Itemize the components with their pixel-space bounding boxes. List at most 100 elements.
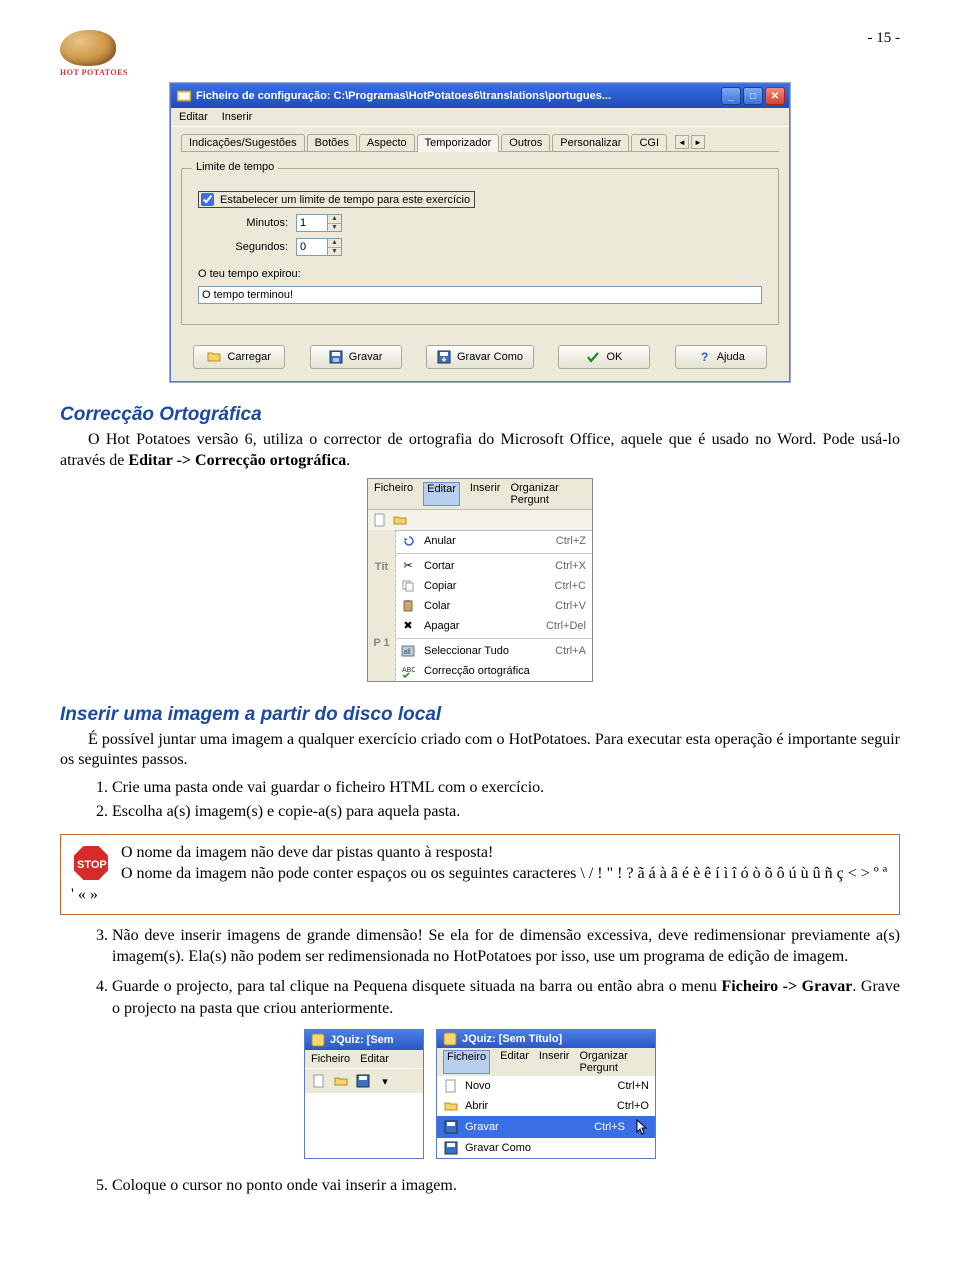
floppy-disk-icon bbox=[329, 350, 343, 364]
menu-editar[interactable]: Editar bbox=[423, 482, 460, 506]
floppy-disk-icon bbox=[443, 1119, 459, 1135]
menu-item-select-all[interactable]: all Seleccionar Tudo Ctrl+A bbox=[396, 641, 592, 661]
page-number: - 15 - bbox=[868, 30, 901, 47]
menu-editar[interactable]: Editar bbox=[179, 111, 208, 123]
potato-icon bbox=[60, 30, 116, 66]
p1-tag: P 1 bbox=[373, 637, 389, 649]
menu-inserir[interactable]: Inserir bbox=[470, 482, 501, 506]
svg-text:all: all bbox=[404, 649, 411, 656]
expired-text-input[interactable] bbox=[198, 286, 762, 304]
tab-aspecto[interactable]: Aspecto bbox=[359, 134, 415, 151]
spinner-down-icon[interactable]: ▼ bbox=[328, 224, 341, 232]
stop-line2: O nome da imagem não pode conter espaços… bbox=[71, 864, 889, 906]
file-menu-abrir[interactable]: Abrir Ctrl+O bbox=[437, 1096, 655, 1116]
window-app-icon bbox=[177, 89, 191, 103]
tab-outros[interactable]: Outros bbox=[501, 134, 550, 151]
jquiz2-title: JQuiz: [Sem Título] bbox=[462, 1033, 562, 1045]
step-5: Coloque o cursor no ponto onde vai inser… bbox=[112, 1175, 900, 1197]
step-1: Crie uma pasta onde vai guardar o fichei… bbox=[112, 777, 900, 799]
spinner-down-icon[interactable]: ▼ bbox=[328, 248, 341, 256]
save-button-label: Gravar bbox=[349, 351, 383, 363]
menu-ficheiro[interactable]: Ficheiro bbox=[311, 1053, 350, 1065]
seconds-input[interactable] bbox=[296, 238, 328, 256]
svg-text:?: ? bbox=[701, 350, 708, 364]
window-minimize-button[interactable]: _ bbox=[721, 87, 741, 105]
open-folder-icon[interactable] bbox=[392, 512, 408, 528]
copy-icon bbox=[400, 578, 416, 594]
menu-inserir[interactable]: Inserir bbox=[222, 111, 253, 123]
menu-item-apagar[interactable]: ✖ Apagar Ctrl+Del bbox=[396, 616, 592, 636]
tab-temporizador[interactable]: Temporizador bbox=[417, 134, 500, 152]
establish-time-limit-option[interactable]: Estabelecer um limite de tempo para este… bbox=[198, 191, 475, 208]
button-row: Carregar Gravar Gravar Como OK ? Ajuda bbox=[181, 345, 779, 369]
new-icon bbox=[443, 1078, 459, 1094]
new-icon[interactable] bbox=[372, 512, 388, 528]
menu-ficheiro[interactable]: Ficheiro bbox=[443, 1050, 490, 1074]
help-button-label: Ajuda bbox=[717, 351, 745, 363]
group-legend: Limite de tempo bbox=[192, 161, 278, 173]
tabs-scroll-right-button[interactable]: ► bbox=[691, 135, 705, 149]
minutes-spinner[interactable]: ▲ ▼ bbox=[328, 214, 342, 232]
menu-ficheiro[interactable]: Ficheiro bbox=[374, 482, 413, 506]
open-folder-icon[interactable] bbox=[333, 1073, 349, 1089]
title-tag: Tít bbox=[375, 561, 388, 573]
file-menu-gravar[interactable]: Gravar Ctrl+S bbox=[437, 1116, 655, 1138]
file-menu-novo[interactable]: Novo Ctrl+N bbox=[437, 1076, 655, 1096]
undo-icon bbox=[400, 533, 416, 549]
establish-time-limit-checkbox[interactable] bbox=[201, 193, 214, 206]
ok-button[interactable]: OK bbox=[558, 345, 650, 369]
tabs-scroll-left-button[interactable]: ◄ bbox=[675, 135, 689, 149]
menu-editar[interactable]: Editar bbox=[500, 1050, 529, 1074]
save-as-button[interactable]: Gravar Como bbox=[426, 345, 534, 369]
stop-sign-icon: STOP bbox=[71, 843, 111, 883]
menu-editar[interactable]: Editar bbox=[360, 1053, 389, 1065]
editar-menu-screenshot: Ficheiro Editar Inserir Organizar Pergun… bbox=[367, 478, 593, 682]
floppy-disk-icon[interactable] bbox=[355, 1073, 371, 1089]
tab-personalizar[interactable]: Personalizar bbox=[552, 134, 629, 151]
scissors-icon: ✂ bbox=[400, 558, 416, 574]
seconds-label: Segundos: bbox=[198, 241, 288, 253]
menu-item-cortar[interactable]: ✂ Cortar Ctrl+X bbox=[396, 556, 592, 576]
ok-button-label: OK bbox=[606, 351, 622, 363]
file-menu-gravar-como[interactable]: Gravar Como bbox=[437, 1138, 655, 1158]
floppy-disk-arrow-icon bbox=[443, 1140, 459, 1156]
menu-item-copiar[interactable]: Copiar Ctrl+C bbox=[396, 576, 592, 596]
menu-organizar[interactable]: Organizar Pergunt bbox=[579, 1050, 649, 1074]
menu-item-spellcheck[interactable]: ABC Correcção ortográfica bbox=[396, 661, 592, 681]
section1-paragraph: O Hot Potatoes versão 6, utiliza o corre… bbox=[60, 430, 900, 472]
section-insert-image-heading: Inserir uma imagem a partir do disco loc… bbox=[60, 704, 900, 726]
editar-toolbar bbox=[368, 509, 592, 530]
svg-text:STOP: STOP bbox=[77, 859, 107, 871]
establish-time-limit-label: Estabelecer um limite de tempo para este… bbox=[220, 194, 470, 206]
spinner-up-icon[interactable]: ▲ bbox=[328, 239, 341, 248]
save-button[interactable]: Gravar bbox=[310, 345, 402, 369]
tab-botoes[interactable]: Botões bbox=[307, 134, 357, 151]
editar-dropdown: Anular Ctrl+Z ✂ Cortar Ctrl+X Copiar Ctr… bbox=[396, 530, 592, 681]
steps-list: Crie uma pasta onde vai guardar o fichei… bbox=[112, 777, 900, 822]
window-maximize-button[interactable]: □ bbox=[743, 87, 763, 105]
menu-item-colar[interactable]: Colar Ctrl+V bbox=[396, 596, 592, 616]
help-button[interactable]: ? Ajuda bbox=[675, 345, 767, 369]
save-as-button-label: Gravar Como bbox=[457, 351, 523, 363]
new-icon[interactable] bbox=[311, 1073, 327, 1089]
tab-indicacoes[interactable]: Indicações/Sugestões bbox=[181, 134, 305, 151]
jquiz-app-icon bbox=[311, 1033, 325, 1047]
section-orthographic-correction-heading: Correcção Ortográfica bbox=[60, 404, 900, 426]
menu-organizar[interactable]: Organizar Pergunt bbox=[510, 482, 586, 506]
spinner-up-icon[interactable]: ▲ bbox=[328, 215, 341, 224]
tab-cgi[interactable]: CGI bbox=[631, 134, 667, 151]
minutes-input[interactable] bbox=[296, 214, 328, 232]
open-folder-icon bbox=[207, 350, 221, 364]
load-button[interactable]: Carregar bbox=[193, 345, 285, 369]
spellcheck-icon: ABC bbox=[400, 663, 416, 679]
seconds-spinner[interactable]: ▲ ▼ bbox=[328, 238, 342, 256]
floppy-disk-arrow-icon bbox=[437, 350, 451, 364]
step-4: Guarde o projecto, para tal clique na Pe… bbox=[112, 976, 900, 1019]
hot-potatoes-logo: HOT POTATOES bbox=[60, 30, 128, 77]
tab-strip: Indicações/Sugestões Botões Aspecto Temp… bbox=[181, 133, 779, 152]
paste-icon bbox=[400, 598, 416, 614]
menu-inserir[interactable]: Inserir bbox=[539, 1050, 570, 1074]
undo-icon[interactable]: ▾ bbox=[377, 1073, 393, 1089]
menu-item-anular[interactable]: Anular Ctrl+Z bbox=[396, 531, 592, 551]
window-close-button[interactable]: ✕ bbox=[765, 87, 785, 105]
